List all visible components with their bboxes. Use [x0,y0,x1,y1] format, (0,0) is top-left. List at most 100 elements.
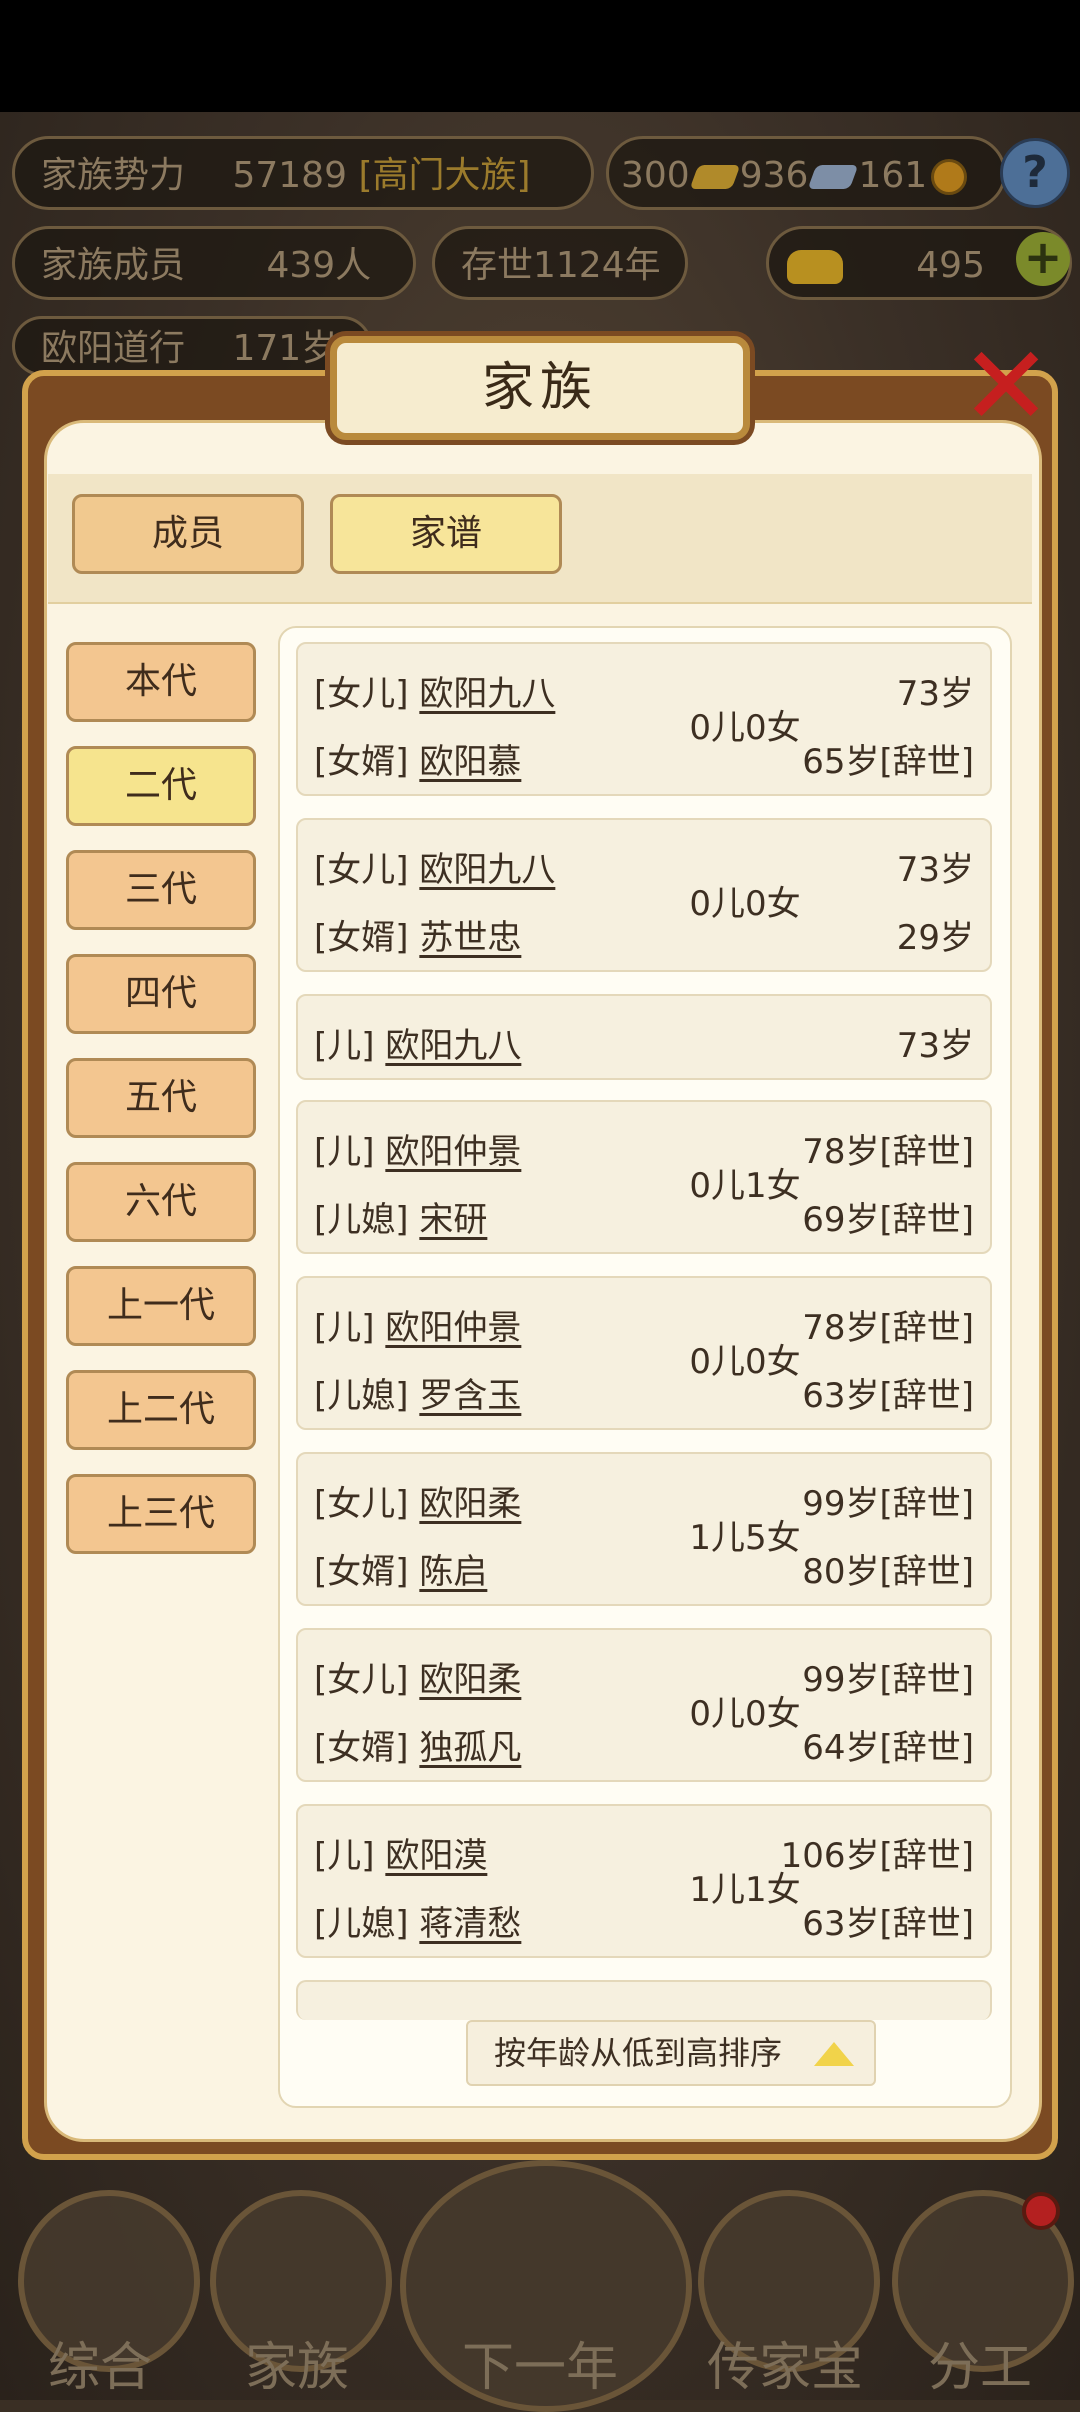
age-value: 99岁[辞世] [802,1660,974,1700]
list-item[interactable]: [女儿] 欧阳九八 [女婿] 苏世忠 0儿0女 73岁 29岁 [296,818,992,972]
children-count: 1儿5女 [689,1518,801,1558]
age-value: 99岁[辞世] [802,1484,974,1524]
list-item-partial[interactable] [296,1980,992,2020]
help-icon[interactable]: ? [1000,138,1070,208]
members-label: 家族成员 [41,245,186,286]
age-value: 73岁 [896,850,974,890]
age-value: 73岁 [896,1026,974,1066]
family-members-panel[interactable]: 家族成员 439人 [12,226,416,300]
resource-1-value: 300 [621,155,690,196]
member-name-link[interactable]: 苏世忠 [419,918,521,958]
age-value: 69岁[辞世] [802,1200,974,1240]
gen-prev-2[interactable]: 上二代 [66,1370,256,1450]
age-value: 73岁 [896,674,974,714]
resource-2-value: 936 [739,155,809,196]
gold-value: 495 [916,245,985,286]
age-value: 63岁[辞世] [802,1376,974,1416]
member-name-link[interactable]: 罗含玉 [419,1376,521,1416]
gold-ingot-icon [787,250,843,284]
age-value: 29岁 [896,918,974,958]
member-name-link[interactable]: 陈启 [419,1552,487,1592]
children-count: 0儿0女 [689,884,801,924]
list-item[interactable]: [女儿] 欧阳柔 [女婿] 陈启 1儿5女 99岁[辞世] 80岁[辞世] [296,1452,992,1606]
age-value: 63岁[辞世] [802,1904,974,1944]
add-gold-icon[interactable]: + [1016,232,1070,286]
bottom-nav: 综合 家族 下一年 传家宝 分工 [0,2160,1080,2412]
existence-value: 存世1124年 [461,245,661,286]
nav-overview[interactable]: 综合 [40,2325,160,2400]
children-count: 0儿1女 [689,1166,801,1206]
relation-label: [女儿] [314,850,409,890]
gen-3[interactable]: 三代 [66,850,256,930]
copper-coin-icon [931,159,968,195]
resources-panel[interactable]: 300 936 161 [606,136,1006,210]
list-item[interactable]: [儿] 欧阳漠 [儿媳] 蒋清愁 1儿1女 106岁[辞世] 63岁[辞世] [296,1804,992,1958]
gen-6[interactable]: 六代 [66,1162,256,1242]
relation-label: [女儿] [314,1484,409,1524]
member-name-link[interactable]: 欧阳柔 [419,1484,521,1524]
nav-next-year[interactable]: 下一年 [440,2325,640,2400]
relation-label: [女婿] [314,918,409,958]
member-name-link[interactable]: 欧阳漠 [385,1836,487,1876]
relation-label: [儿媳] [314,1200,409,1240]
patriarch-age: 171岁 [232,328,338,369]
member-name-link[interactable]: 蒋清愁 [419,1904,521,1944]
member-name-link[interactable]: 宋研 [419,1200,487,1240]
gold-ingot-icon [689,165,741,189]
list-item[interactable]: [儿] 欧阳仲景 [儿媳] 罗含玉 0儿0女 78岁[辞世] 63岁[辞世] [296,1276,992,1430]
sort-ascending-icon [814,2042,854,2066]
power-value: 57189 [232,155,347,196]
family-power-panel[interactable]: 家族势力 57189 [高门大族] [12,136,594,210]
gen-prev-3[interactable]: 上三代 [66,1474,256,1554]
member-name-link[interactable]: 欧阳仲景 [385,1308,521,1348]
relation-label: [女婿] [314,1728,409,1768]
nav-family[interactable]: 家族 [232,2325,362,2400]
silver-ingot-icon [808,165,859,189]
patriarch-name: 欧阳道行 [41,328,186,369]
relation-label: [儿] [314,1836,375,1876]
list-item[interactable]: [女儿] 欧阳柔 [女婿] 独孤凡 0儿0女 99岁[辞世] 64岁[辞世] [296,1628,992,1782]
resource-3-value: 161 [858,155,928,196]
relation-label: [女儿] [314,1660,409,1700]
sort-button[interactable]: 按年龄从低到高排序 [466,2020,876,2086]
age-value: 80岁[辞世] [802,1552,974,1592]
gen-current[interactable]: 本代 [66,642,256,722]
members-value: 439人 [266,245,372,286]
age-value: 65岁[辞世] [802,742,974,782]
tab-members[interactable]: 成员 [72,494,304,574]
member-name-link[interactable]: 欧阳仲景 [385,1132,521,1172]
member-name-link[interactable]: 欧阳九八 [419,850,555,890]
member-name-link[interactable]: 欧阳柔 [419,1660,521,1700]
existence-panel: 存世1124年 [432,226,688,300]
gen-5[interactable]: 五代 [66,1058,256,1138]
children-count: 0儿0女 [689,1694,801,1734]
gen-2[interactable]: 二代 [66,746,256,826]
notification-dot [1022,2192,1060,2230]
patriarch-panel[interactable]: 欧阳道行 171岁 [12,316,372,376]
children-count: 0儿0女 [689,1342,801,1382]
age-value: 78岁[辞世] [802,1132,974,1172]
genealogy-list[interactable]: [女儿] 欧阳九八 [女婿] 欧阳慕 0儿0女 73岁 65岁[辞世] [女儿]… [278,626,1012,2108]
dialog-title: 家族 [330,336,750,440]
member-name-link[interactable]: 独孤凡 [419,1728,521,1768]
gen-prev-1[interactable]: 上一代 [66,1266,256,1346]
list-item[interactable]: [儿] 欧阳仲景 [儿媳] 宋研 0儿1女 78岁[辞世] 69岁[辞世] [296,1100,992,1254]
member-name-link[interactable]: 欧阳慕 [419,742,521,782]
relation-label: [儿] [314,1026,375,1066]
member-name-link[interactable]: 欧阳九八 [419,674,555,714]
tab-genealogy[interactable]: 家谱 [330,494,562,574]
children-count: 0儿0女 [689,708,801,748]
member-name-link[interactable]: 欧阳九八 [385,1026,521,1066]
status-bar [0,0,1080,112]
list-item[interactable]: [女儿] 欧阳九八 [女婿] 欧阳慕 0儿0女 73岁 65岁[辞世] [296,642,992,796]
relation-label: [儿媳] [314,1376,409,1416]
close-icon[interactable]: ✕ [960,331,1052,441]
list-item[interactable]: [儿] 欧阳九八 73岁 [296,994,992,1080]
nav-heirloom[interactable]: 传家宝 [700,2325,870,2400]
relation-label: [女婿] [314,742,409,782]
relation-label: [儿媳] [314,1904,409,1944]
relation-label: [儿] [314,1308,375,1348]
gen-4[interactable]: 四代 [66,954,256,1034]
age-value: 78岁[辞世] [802,1308,974,1348]
nav-division[interactable]: 分工 [920,2325,1040,2400]
